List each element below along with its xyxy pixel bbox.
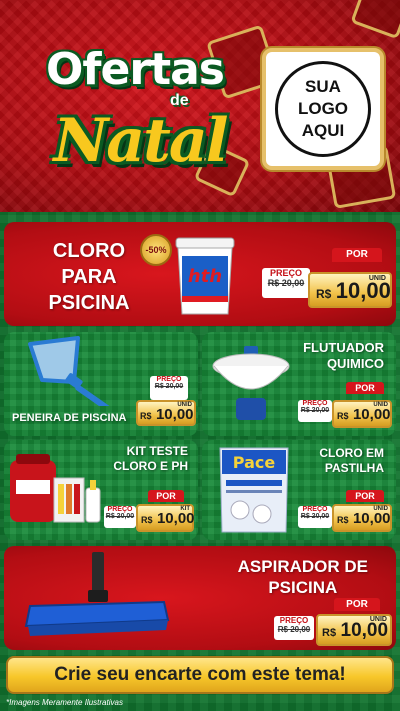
gift-decoration <box>350 0 400 40</box>
product-name-line: CLORO E PH <box>113 459 188 473</box>
product-name-line: PSICINA <box>268 578 338 597</box>
product-card-peneira[interactable]: PENEIRA DE PISCINA PREÇO R$ 20,00 R$ 10,… <box>4 332 198 436</box>
old-price-value: R$ 20,00 <box>267 278 305 288</box>
product-name: ASPIRADOR DE PSICINA <box>238 556 368 598</box>
product-card-aspirador[interactable]: ASPIRADOR DE PSICINA POR PREÇO R$ 20,00 … <box>4 546 396 650</box>
logo-text-line: AQUI <box>301 121 345 140</box>
logo-placeholder[interactable]: SUA LOGO AQUI <box>262 48 384 170</box>
currency: R$ <box>140 411 152 421</box>
price-value: 10,00 <box>352 406 391 423</box>
old-price: PREÇO R$ 20,00 <box>262 268 310 298</box>
old-price: PREÇO R$ 20,00 <box>274 616 314 640</box>
product-card-cloro[interactable]: CLORO PARA PSICINA -50% hth POR PREÇO R$… <box>4 222 396 326</box>
price-value: 10,00 <box>352 510 391 527</box>
logo-text-line: SUA <box>305 77 341 96</box>
currency: R$ <box>322 627 337 639</box>
old-price-label: PREÇO <box>279 616 309 625</box>
old-price-value: R$ 20,00 <box>154 383 184 390</box>
unit-label: UNID <box>368 275 386 282</box>
product-name: KIT TESTE CLORO E PH <box>113 444 188 474</box>
unit-label: UNID <box>369 616 387 623</box>
old-price: PREÇO R$ 20,00 <box>150 376 188 400</box>
por-label: POR <box>346 490 384 502</box>
product-name: CLORO PARA PSICINA <box>34 238 144 316</box>
product-card-flutuador[interactable]: FLUTUADOR QUIMICO POR PREÇO R$ 20,00 R$ … <box>202 332 396 436</box>
old-price-label: PREÇO <box>269 268 302 278</box>
product-name: CLORO EM PASTILHA <box>319 446 384 476</box>
new-price: R$ 10,00 KIT <box>136 504 195 532</box>
pool-skimmer-image <box>28 336 110 406</box>
por-label: POR <box>148 490 184 502</box>
product-name-line: PARA <box>61 266 117 288</box>
price-tag: POR PREÇO R$ 20,00 R$ 10,00 UNID <box>274 598 392 646</box>
unit-label: KIT <box>180 506 190 512</box>
product-name: FLUTUADOR QUIMICO <box>303 340 384 372</box>
old-price: PREÇO R$ 20,00 <box>104 506 136 528</box>
old-price-label: PREÇO <box>107 506 133 513</box>
unit-label: UNID <box>373 402 388 408</box>
old-price-label: PREÇO <box>302 506 328 513</box>
product-name-line: KIT TESTE <box>126 444 188 458</box>
disclaimer-text: *Imagens Meramente Ilustrativas <box>6 698 123 707</box>
por-label: POR <box>332 248 382 262</box>
test-kit-image <box>10 454 101 523</box>
old-price-value: R$ 20,00 <box>300 407 330 414</box>
old-price-label: PREÇO <box>302 400 328 407</box>
product-card-pastilha[interactable]: Pace CLORO EM PASTILHA POR PREÇO R$ 20,0… <box>202 440 396 540</box>
por-label: POR <box>334 598 380 611</box>
currency: R$ <box>141 515 153 525</box>
pool-vacuum-image <box>24 552 170 636</box>
product-card-kit-teste[interactable]: KIT TESTE CLORO E PH POR PREÇO R$ 20,00 … <box>4 440 198 540</box>
price-value: 10,00 <box>156 510 195 527</box>
currency: R$ <box>337 411 349 421</box>
header-banner: Ofertas de Natal SUA LOGO AQUI <box>0 0 400 212</box>
logo-text-line: LOGO <box>297 99 349 118</box>
price-value: 10,00 <box>340 620 389 641</box>
price-tag: PREÇO R$ 20,00 R$ 10,00 UNID <box>136 374 196 426</box>
price-tag: POR PREÇO R$ 20,00 R$ 10,00 UNID <box>298 490 392 532</box>
product-name-line: QUIMICO <box>326 356 384 371</box>
new-price: R$ 10,00 UNID <box>316 614 392 646</box>
product-name-line: PASTILHA <box>324 461 384 475</box>
promo-title: Ofertas de Natal <box>30 44 240 204</box>
product-name-line: CLORO EM <box>319 446 384 460</box>
logo-circle: SUA LOGO AQUI <box>275 61 371 157</box>
price-tag: POR PREÇO R$ 20,00 R$ 10,00 KIT <box>104 490 195 532</box>
old-price-value: R$ 20,00 <box>277 625 311 634</box>
new-price: R$ 10,00 UNID <box>308 272 392 308</box>
chlorine-tablet-pack-image: Pace <box>219 447 289 533</box>
price-tag: POR PREÇO R$ 20,00 R$ 10,00 UNID <box>298 382 392 428</box>
product-name-line: CLORO <box>52 240 126 262</box>
title-natal: Natal <box>53 106 228 176</box>
chlorine-bucket-image: hth <box>175 237 235 315</box>
currency: R$ <box>316 287 332 301</box>
brand-label: Pace <box>233 453 276 472</box>
product-name: PENEIRA DE PISCINA <box>12 412 127 424</box>
new-price: R$ 10,00 UNID <box>332 504 392 532</box>
new-price: R$ 10,00 UNID <box>136 400 196 426</box>
discount-badge: -50% <box>140 234 172 266</box>
old-price-value: R$ 20,00 <box>105 513 135 520</box>
new-price: R$ 10,00 UNID <box>332 400 392 428</box>
unit-label: UNID <box>373 506 388 512</box>
product-name-line: PSICINA <box>48 292 130 314</box>
old-price-label: PREÇO <box>156 376 182 383</box>
unit-label: UNID <box>177 402 192 408</box>
brand-label: hth <box>188 266 222 287</box>
old-price: PREÇO R$ 20,00 <box>298 506 332 528</box>
cta-banner[interactable]: Crie seu encarte com este tema! <box>6 656 394 694</box>
price-value: 10,00 <box>155 406 194 423</box>
por-label: POR <box>346 382 384 394</box>
price-tag: POR PREÇO R$ 20,00 R$ 10,00 UNID <box>262 248 392 308</box>
product-name-line: FLUTUADOR <box>303 340 384 355</box>
product-name-line: ASPIRADOR DE <box>237 557 368 576</box>
title-ofertas: Ofertas <box>45 44 225 95</box>
chemical-floater-image <box>212 346 290 420</box>
old-price: PREÇO R$ 20,00 <box>298 400 332 422</box>
old-price-value: R$ 20,00 <box>300 513 330 520</box>
currency: R$ <box>337 515 349 525</box>
